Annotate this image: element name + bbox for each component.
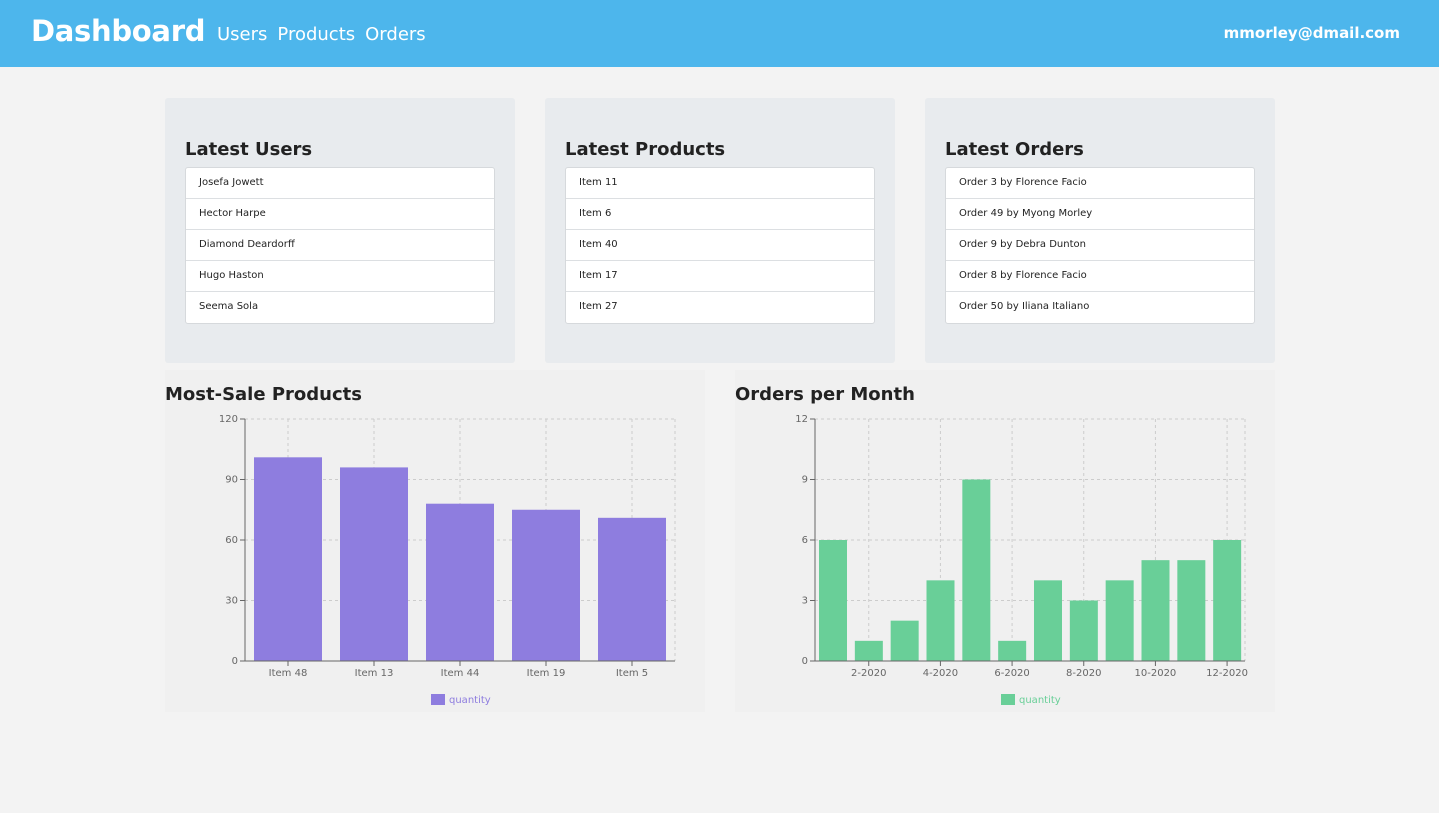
bar <box>1213 540 1242 661</box>
nav-link-products[interactable]: Products <box>277 24 355 45</box>
legend-label: quantity <box>449 695 491 706</box>
x-tick-label: 12-2020 <box>1206 668 1248 679</box>
card-title: Latest Orders <box>945 139 1084 160</box>
y-tick-label: 0 <box>232 656 238 667</box>
nav-link-orders[interactable]: Orders <box>365 24 426 45</box>
list-item[interactable]: Order 50 by Iliana Italiano <box>946 292 1254 323</box>
chart-title: Orders per Month <box>735 384 915 405</box>
legend-swatch <box>431 694 445 705</box>
list-item[interactable]: Order 3 by Florence Facio <box>946 168 1254 199</box>
legend-swatch <box>1001 694 1015 705</box>
latest-products-list: Item 11 Item 6 Item 40 Item 17 Item 27 <box>565 167 875 324</box>
orders-per-month-panel: 0 3 6 9 12 2-2020 4-2020 6-2020 8-2020 10-2020 12-… <box>735 370 1275 712</box>
latest-users-list: Josefa Jowett Hector Harpe Diamond Deard… <box>185 167 495 324</box>
list-item[interactable]: Hector Harpe <box>186 199 494 230</box>
bar <box>926 580 955 661</box>
chart-title: Most-Sale Products <box>165 384 362 405</box>
bar <box>1069 600 1098 661</box>
bar <box>340 467 408 661</box>
most-sale-products-panel: 0 30 60 90 120 Item 48 Item 13 Item 44 Item 19 It… <box>165 370 705 712</box>
brand-link[interactable]: Dashboard <box>31 14 205 48</box>
y-tick-label: 120 <box>219 414 238 425</box>
y-tick-label: 0 <box>802 656 808 667</box>
most-sale-products-chart: 0 30 60 90 120 Item 48 Item 13 Item 44 Item 19 It… <box>219 414 676 706</box>
list-item[interactable]: Seema Sola <box>186 292 494 323</box>
y-tick-label: 60 <box>225 535 238 546</box>
x-tick-label: Item 19 <box>527 668 566 679</box>
nav-link-users[interactable]: Users <box>217 24 267 45</box>
bar <box>512 509 580 661</box>
list-item[interactable]: Order 8 by Florence Facio <box>946 261 1254 292</box>
bar <box>426 503 494 661</box>
list-item[interactable]: Diamond Deardorff <box>186 230 494 261</box>
list-item[interactable]: Order 49 by Myong Morley <box>946 199 1254 230</box>
x-tick-label: 2-2020 <box>851 668 886 679</box>
y-tick-label: 12 <box>795 414 808 425</box>
latest-orders-list: Order 3 by Florence Facio Order 49 by My… <box>945 167 1255 324</box>
y-tick-label: 30 <box>225 596 238 607</box>
list-item[interactable]: Hugo Haston <box>186 261 494 292</box>
list-item[interactable]: Item 40 <box>566 230 874 261</box>
y-tick-label: 6 <box>802 535 808 546</box>
x-tick-label: 6-2020 <box>994 668 1029 679</box>
main-nav: Users Products Orders <box>217 24 426 45</box>
card-title: Latest Products <box>565 139 726 160</box>
y-tick-label: 90 <box>225 475 238 486</box>
list-item[interactable]: Item 27 <box>566 292 874 323</box>
x-tick-label: Item 48 <box>269 668 308 679</box>
list-item[interactable]: Item 11 <box>566 168 874 199</box>
x-tick-label: Item 13 <box>355 668 394 679</box>
list-item[interactable]: Josefa Jowett <box>186 168 494 199</box>
bar <box>890 620 919 661</box>
bar <box>1034 580 1062 661</box>
bar <box>1177 560 1206 661</box>
bar <box>819 540 847 661</box>
bar <box>1141 560 1170 661</box>
y-tick-label: 3 <box>802 596 808 607</box>
bar <box>1105 580 1134 661</box>
list-item[interactable]: Order 9 by Debra Dunton <box>946 230 1254 261</box>
x-tick-label: Item 5 <box>616 668 648 679</box>
x-tick-label: 8-2020 <box>1066 668 1101 679</box>
latest-users-card: Latest Users Josefa Jowett Hector Harpe … <box>165 98 515 363</box>
list-item[interactable]: Item 17 <box>566 261 874 292</box>
bar <box>854 640 883 661</box>
y-tick-label: 9 <box>802 475 808 486</box>
card-title: Latest Users <box>185 139 313 160</box>
latest-orders-card: Latest Orders Order 3 by Florence Facio … <box>925 98 1275 363</box>
legend-label: quantity <box>1019 695 1061 706</box>
list-item[interactable]: Item 6 <box>566 199 874 230</box>
user-email-menu[interactable]: mmorley@dmail.com <box>1224 24 1400 42</box>
bar <box>998 640 1027 661</box>
top-navbar: Dashboard Users Products Orders mmorley@… <box>0 0 1439 67</box>
bar <box>962 479 991 661</box>
bar <box>254 457 322 661</box>
x-tick-label: 4-2020 <box>923 668 958 679</box>
orders-per-month-chart: 0 3 6 9 12 2-2020 4-2020 6-2020 8-2020 10-2020 12-… <box>795 414 1248 706</box>
x-tick-label: 10-2020 <box>1135 668 1177 679</box>
x-tick-label: Item 44 <box>441 668 480 679</box>
bar <box>598 517 666 661</box>
latest-products-card: Latest Products Item 11 Item 6 Item 40 I… <box>545 98 895 363</box>
